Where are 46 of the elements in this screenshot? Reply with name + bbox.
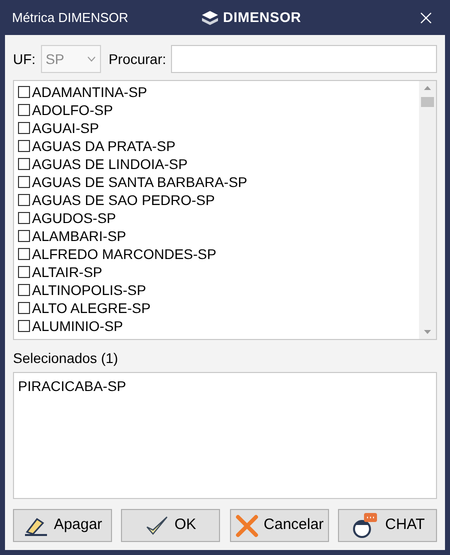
checkbox[interactable]	[18, 212, 30, 224]
close-icon	[420, 12, 432, 24]
checkbox[interactable]	[18, 176, 30, 188]
city-item[interactable]: AGUDOS-SP	[18, 209, 419, 227]
checkbox[interactable]	[18, 302, 30, 314]
cross-icon	[234, 514, 259, 538]
selected-item[interactable]: PIRACICABA-SP	[18, 376, 432, 397]
city-item[interactable]: ALFREDO MARCONDES-SP	[18, 245, 419, 263]
checkbox[interactable]	[18, 104, 30, 116]
checkbox[interactable]	[18, 86, 30, 98]
search-label: Procurar:	[108, 50, 166, 68]
checkbox[interactable]	[18, 266, 30, 278]
checkbox[interactable]	[18, 284, 30, 296]
checkbox[interactable]	[18, 230, 30, 242]
chevron-down-icon	[86, 56, 96, 62]
city-item[interactable]: ADOLFO-SP	[18, 101, 419, 119]
checkbox[interactable]	[18, 320, 30, 332]
scrollbar[interactable]	[419, 81, 436, 339]
scroll-thumb[interactable]	[421, 97, 434, 107]
action-button[interactable]: CHAT	[338, 509, 437, 542]
brand-name: DIMENSOR	[223, 8, 302, 27]
action-button[interactable]: Cancelar	[230, 509, 329, 542]
city-item[interactable]: AGUAS DA PRATA-SP	[18, 137, 419, 155]
checkbox[interactable]	[18, 158, 30, 170]
action-button[interactable]: Apagar	[13, 509, 112, 542]
checkbox[interactable]	[18, 140, 30, 152]
city-item[interactable]: ALUMINIO-SP	[18, 317, 419, 335]
city-item[interactable]: ADAMANTINA-SP	[18, 83, 419, 101]
city-item[interactable]: ALTO ALEGRE-SP	[18, 299, 419, 317]
city-item[interactable]: ALAMBARI-SP	[18, 227, 419, 245]
checkbox[interactable]	[18, 248, 30, 260]
selected-label: Selecionados (1)	[13, 349, 120, 368]
city-item[interactable]: AGUAS DE SANTA BARBARA-SP	[18, 173, 419, 191]
city-item[interactable]: ALTINOPOLIS-SP	[18, 281, 419, 299]
uf-label: UF:	[13, 50, 36, 68]
check-icon	[145, 514, 170, 536]
city-item[interactable]: AGUAS DE LINDOIA-SP	[18, 155, 419, 173]
city-item[interactable]: AGUAI-SP	[18, 119, 419, 137]
checkbox[interactable]	[18, 122, 30, 134]
city-item[interactable]: AGUAS DE SAO PEDRO-SP	[18, 191, 419, 209]
search-field[interactable]	[171, 45, 437, 73]
action-button[interactable]: OK	[121, 509, 220, 542]
window-title: Métrica DIMENSOR	[12, 8, 128, 27]
city-item[interactable]: ALTAIR-SP	[18, 263, 419, 281]
checkbox[interactable]	[18, 194, 30, 206]
logo-icon	[201, 10, 220, 26]
